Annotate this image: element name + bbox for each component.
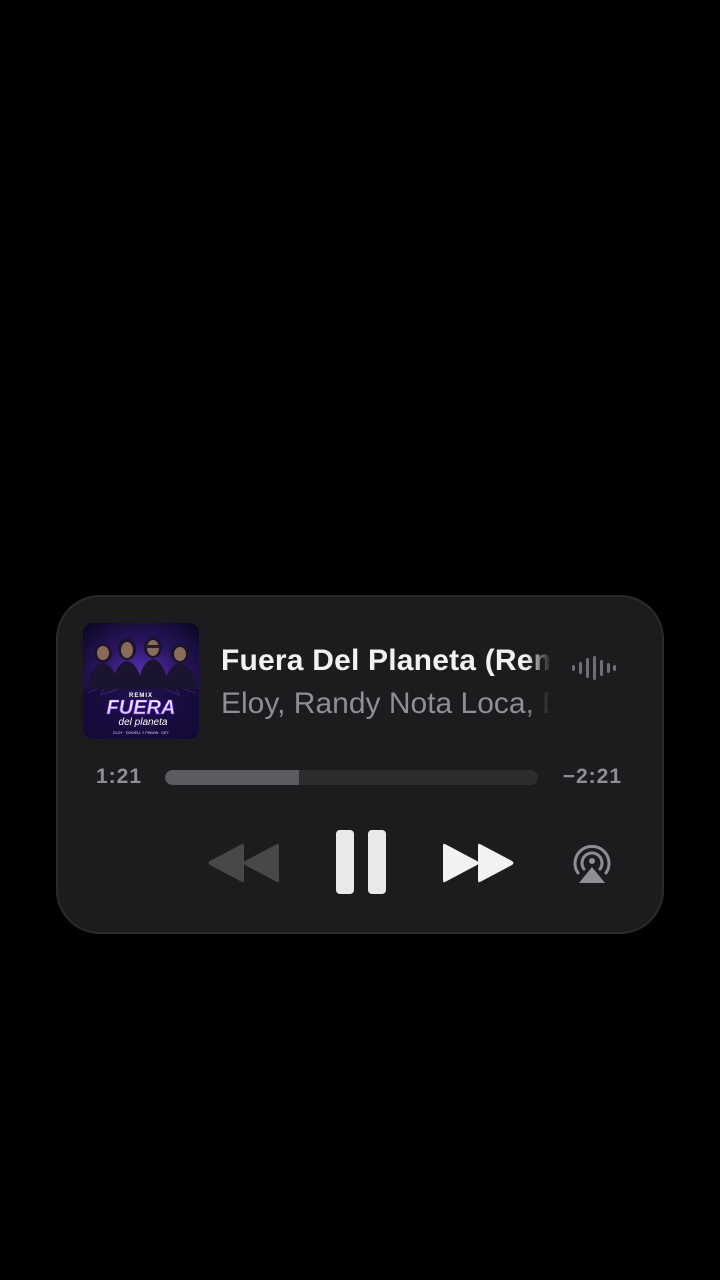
airplay-button[interactable] xyxy=(569,840,615,886)
rewind-icon xyxy=(208,843,279,883)
artist-name: Eloy, Randy Nota Loca, Dowell, Pinwin & … xyxy=(221,687,551,720)
artwork-title: FUERA xyxy=(107,697,176,719)
progress-scrubber[interactable] xyxy=(165,770,538,785)
track-title: Fuera Del Planeta (Remix) xyxy=(221,644,551,677)
now-playing-card[interactable]: REMIX FUERA del planeta ELOY · DOWELL Y … xyxy=(56,595,664,934)
title-fade xyxy=(527,641,551,681)
rewind-button[interactable] xyxy=(206,840,281,886)
fast-forward-button[interactable] xyxy=(441,840,516,886)
artwork-subtitle: del planeta xyxy=(119,717,168,728)
track-title-container[interactable]: Fuera Del Planeta (Remix) xyxy=(221,641,551,681)
artwork-credits: ELOY · DOWELL Y PINWIN · DEY xyxy=(113,731,169,735)
progress-fill xyxy=(165,770,300,785)
waveform-icon xyxy=(572,656,616,680)
elapsed-time: 1:21 xyxy=(96,765,143,788)
airplay-icon xyxy=(573,844,611,883)
pause-button[interactable] xyxy=(334,828,388,896)
fast-forward-icon xyxy=(443,843,514,883)
album-artwork[interactable]: REMIX FUERA del planeta ELOY · DOWELL Y … xyxy=(83,623,199,739)
pause-icon xyxy=(336,830,386,894)
remaining-time: −2:21 xyxy=(562,765,622,788)
artist-container[interactable]: Eloy, Randy Nota Loca, Dowell, Pinwin & … xyxy=(221,683,551,725)
artist-fade xyxy=(527,683,551,725)
album-artwork-image: REMIX FUERA del planeta ELOY · DOWELL Y … xyxy=(83,623,199,739)
screen: REMIX FUERA del planeta ELOY · DOWELL Y … xyxy=(0,0,720,1280)
